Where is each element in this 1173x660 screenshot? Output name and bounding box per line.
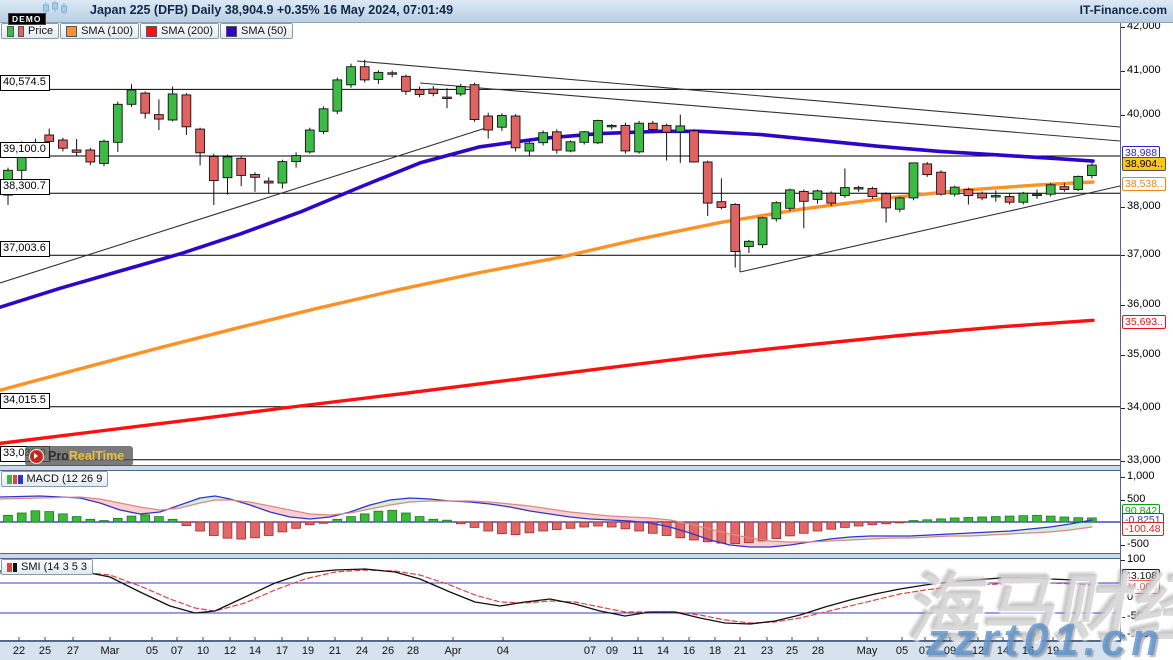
axis-tick-label: 37,000	[1127, 248, 1161, 260]
prorealtime-watermark: ProRealTime	[25, 446, 133, 466]
legend-item-label: Price	[28, 25, 53, 37]
prorealtime-logo-icon	[29, 449, 44, 464]
axis-tick-label: 33,000	[1127, 454, 1161, 466]
macd-histogram	[4, 510, 1097, 543]
axis-tick-label: -500	[1127, 538, 1149, 550]
time-axis-label: 07	[171, 645, 183, 657]
axis-tick	[1121, 545, 1125, 546]
macd-icon	[7, 475, 23, 484]
legend-item-label: SMA (100)	[81, 25, 133, 37]
axis-tick	[1121, 355, 1125, 356]
axis-tick	[1121, 255, 1125, 256]
legend-item-label: SMA (200)	[161, 25, 213, 37]
time-axis-label: 19	[302, 645, 314, 657]
time-axis-label: Mar	[101, 645, 120, 657]
legend-swatch-icon	[7, 26, 14, 37]
axis-tick	[1121, 71, 1125, 72]
price-level-label: 40,574.5	[0, 75, 50, 91]
last-value-label: 35,693..	[1122, 315, 1166, 329]
prorealtime-text-pro: Pro	[48, 449, 69, 463]
axis-tick-label: 35,000	[1127, 348, 1161, 360]
axis-tick-label: 1,000	[1127, 470, 1155, 482]
axis-tick	[1121, 408, 1125, 409]
time-axis-label: 05	[146, 645, 158, 657]
time-axis-label: 10	[197, 645, 209, 657]
axis-tick	[1121, 115, 1125, 116]
time-axis-label: 17	[276, 645, 288, 657]
price-level-label: 39,100.0	[0, 142, 50, 158]
legend-swatch-icon	[226, 26, 237, 37]
smi-label: SMI (14 3 5 3	[21, 561, 87, 573]
axis-tick-label: 500	[1127, 493, 1145, 505]
time-axis-label: 14	[657, 645, 669, 657]
legend-item-price[interactable]: Price	[1, 23, 59, 39]
sma-200-line	[0, 320, 1093, 443]
axis-tick	[1121, 461, 1125, 462]
legend-item-sma-200[interactable]: SMA (200)	[140, 23, 219, 39]
legend: Price SMA (100) SMA (200) SMA (50)	[1, 23, 293, 39]
legend-swatch-icon	[18, 26, 25, 37]
price-level-label: 38,300.7	[0, 179, 50, 195]
time-axis-label: 26	[382, 645, 394, 657]
time-axis-label: 27	[67, 645, 79, 657]
time-axis-label: 16	[683, 645, 695, 657]
price-level-label: 34,015.5	[0, 393, 50, 409]
axis-tick	[1121, 305, 1125, 306]
macd-label: MACD (12 26 9	[27, 473, 103, 485]
provider-brand: IT-Finance.com	[1080, 3, 1167, 17]
demo-badge: DEMO	[8, 13, 46, 25]
smi-icon	[7, 563, 17, 572]
sma-100-line	[0, 182, 1093, 390]
time-axis-label: 07	[584, 645, 596, 657]
time-axis-label: May	[857, 645, 878, 657]
time-axis-label: 25	[39, 645, 51, 657]
time-axis-label: 25	[786, 645, 798, 657]
time-axis-label: 22	[13, 645, 25, 657]
legend-item-label: SMA (50)	[241, 25, 287, 37]
time-axis-label: 11	[632, 645, 643, 657]
sma-50-line	[0, 131, 1093, 307]
time-axis-label: 28	[812, 645, 824, 657]
last-value-label: 38,538..	[1122, 177, 1166, 191]
time-axis-label: 12	[224, 645, 236, 657]
title-bar: Japan 225 (DFB) Daily 38,904.9 +0.35% 16…	[0, 0, 1173, 23]
axis-tick-label: 40,000	[1127, 108, 1161, 120]
axis-tick	[1121, 207, 1125, 208]
instrument-title: Japan 225 (DFB) Daily 38,904.9 +0.35% 16…	[90, 3, 453, 17]
axis-tick	[1121, 500, 1125, 501]
last-value-label: 38,904..	[1122, 157, 1166, 171]
legend-item-sma-100[interactable]: SMA (100)	[60, 23, 139, 39]
time-axis-label: 09	[606, 645, 618, 657]
axis-tick	[1121, 477, 1125, 478]
time-axis-label: Apr	[444, 645, 461, 657]
legend-swatch-icon	[66, 26, 77, 37]
time-axis-label: 24	[356, 645, 368, 657]
candles	[4, 60, 1097, 268]
axis-tick-label: 36,000	[1127, 298, 1161, 310]
axis-tick	[1121, 27, 1125, 28]
time-axis-label: 18	[709, 645, 721, 657]
time-axis-label: 21	[329, 645, 341, 657]
legend-swatch-icon	[146, 26, 157, 37]
time-axis-label: 23	[761, 645, 773, 657]
macd-indicator-button[interactable]: MACD (12 26 9	[1, 471, 108, 487]
time-axis-label: 04	[497, 645, 509, 657]
time-axis-label: 14	[249, 645, 261, 657]
legend-item-sma-50[interactable]: SMA (50)	[220, 23, 293, 39]
time-axis-label: 21	[734, 645, 746, 657]
axis-tick-label: 41,000	[1127, 64, 1161, 76]
axis-tick-label: 34,000	[1127, 401, 1161, 413]
prorealtime-text-realtime: RealTime	[69, 449, 124, 463]
chart-application: 40,574.5 39,100.0 38,300.7 37,003.6 34,015.5…	[0, 0, 1173, 660]
candlestick-logo-icon	[42, 1, 72, 15]
time-axis-label: 28	[407, 645, 419, 657]
last-value-label: -100.48	[1122, 522, 1164, 536]
price-level-label: 37,003.6	[0, 241, 50, 257]
axis-tick-label: 38,000	[1127, 200, 1161, 212]
smi-indicator-button[interactable]: SMI (14 3 5 3	[1, 559, 93, 575]
site-watermark: zzrt01.cn	[926, 614, 1164, 660]
